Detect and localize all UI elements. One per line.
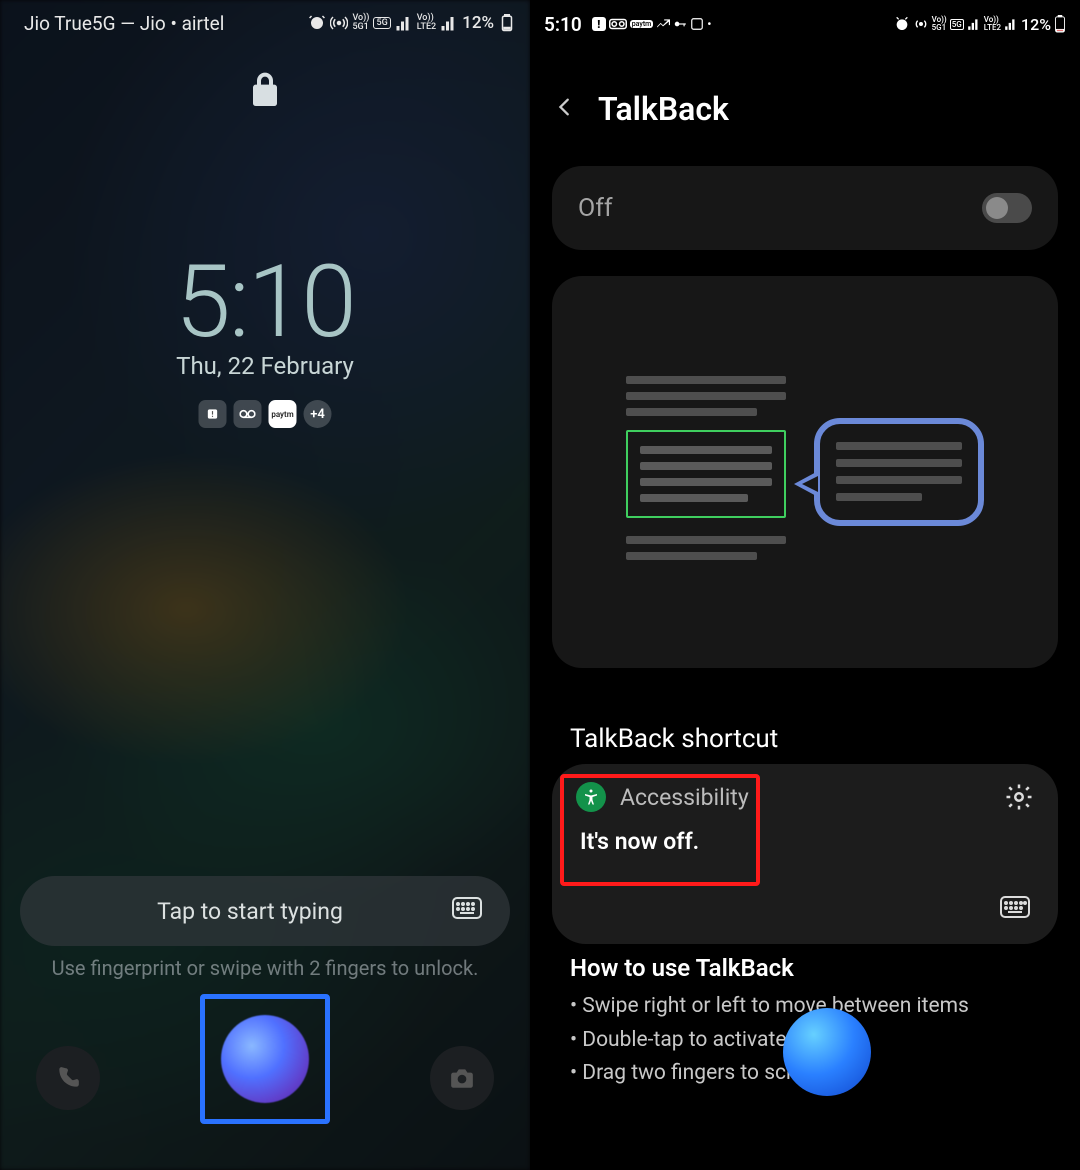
illustration-card bbox=[552, 276, 1058, 668]
notif-badge-more[interactable]: +4 bbox=[304, 400, 332, 428]
notification-badges[interactable]: paytm +4 bbox=[199, 400, 332, 428]
lock-icon bbox=[249, 70, 281, 114]
signal1-icon bbox=[395, 14, 413, 32]
illustration-speech-bubble bbox=[814, 418, 984, 526]
phone-shortcut[interactable] bbox=[36, 1046, 100, 1110]
unlock-hint: Use fingerprint or swipe with 2 fingers … bbox=[52, 956, 479, 980]
battery-text: 12% bbox=[462, 13, 494, 33]
alarm-icon bbox=[308, 14, 326, 32]
shortcut-heading[interactable]: TalkBack shortcut bbox=[570, 724, 778, 754]
accessibility-icon bbox=[576, 782, 606, 812]
illustration-text-block bbox=[626, 376, 786, 568]
lock-date: Thu, 22 February bbox=[176, 352, 354, 380]
howto-title: How to use TalkBack bbox=[570, 954, 969, 982]
search-pill[interactable]: Tap to start typing bbox=[20, 876, 510, 946]
status-bar-right: 5:10 ! paytm • Vo))5G1 5G Vo))LTE2 12% bbox=[530, 0, 1080, 48]
hotspot-icon bbox=[330, 14, 348, 32]
battery-icon bbox=[498, 14, 516, 32]
status-left-icons: ! paytm • bbox=[592, 17, 712, 31]
volte2-icon: Vo))LTE2 bbox=[417, 14, 436, 32]
notif-badge-paytm[interactable]: paytm bbox=[269, 400, 297, 428]
back-button[interactable] bbox=[554, 96, 576, 122]
keyboard-icon[interactable] bbox=[1000, 896, 1030, 922]
howto-section: How to use TalkBack Swipe right or left … bbox=[570, 954, 969, 1091]
gear-icon[interactable] bbox=[1004, 782, 1034, 816]
paytm-icon: paytm bbox=[630, 20, 654, 28]
5g-badge-icon: 5G bbox=[373, 17, 390, 29]
5g-badge-icon: 5G bbox=[950, 19, 964, 30]
assistant-orb-icon[interactable] bbox=[783, 1008, 871, 1096]
keyboard-icon[interactable] bbox=[452, 897, 482, 925]
battery-icon bbox=[1054, 15, 1066, 33]
page-title: TalkBack bbox=[598, 90, 729, 128]
status-right-icons: Vo))5G1 5G Vo))LTE2 12% bbox=[894, 15, 1066, 34]
search-hint: Tap to start typing bbox=[48, 898, 452, 925]
signal2-icon bbox=[1004, 17, 1018, 31]
status-right: Vo))5G1 5G Vo))LTE2 12% bbox=[308, 13, 516, 33]
master-switch-card[interactable]: Off bbox=[552, 166, 1058, 250]
camera-shortcut[interactable] bbox=[430, 1046, 494, 1110]
toast-app-name: Accessibility bbox=[620, 784, 749, 811]
status-bar: Jio True5G — Jio • airtel Vo))5G1 5G Vo)… bbox=[0, 0, 530, 46]
volte1-icon: Vo))5G1 bbox=[352, 14, 369, 32]
toggle-switch[interactable] bbox=[982, 193, 1032, 223]
voicemail-icon bbox=[609, 18, 627, 30]
status-time: 5:10 bbox=[544, 13, 582, 36]
notif-badge-voicemail[interactable] bbox=[234, 400, 262, 428]
nfc-icon bbox=[690, 17, 704, 31]
lockscreen-pane: Jio True5G — Jio • airtel Vo))5G1 5G Vo)… bbox=[0, 0, 530, 1170]
switch-label: Off bbox=[578, 194, 613, 223]
volte2-icon: Vo))LTE2 bbox=[984, 16, 1001, 32]
howto-list: Swipe right or left to move between item… bbox=[570, 990, 969, 1091]
howto-item: Drag two fingers to scroll bbox=[570, 1057, 969, 1091]
settings-pane: 5:10 ! paytm • Vo))5G1 5G Vo))LTE2 12% T… bbox=[530, 0, 1080, 1170]
accessibility-toast[interactable]: Accessibility It's now off. bbox=[552, 764, 1058, 944]
toast-message: It's now off. bbox=[580, 828, 749, 855]
alert-icon: ! bbox=[592, 17, 606, 31]
title-row: TalkBack bbox=[530, 90, 1080, 128]
signal2-icon bbox=[440, 14, 458, 32]
howto-item: Double-tap to activate an item bbox=[570, 1024, 969, 1058]
signal1-icon bbox=[967, 17, 981, 31]
notif-badge-alert[interactable] bbox=[199, 400, 227, 428]
assistant-orb-icon bbox=[221, 1015, 309, 1103]
hotspot-icon bbox=[913, 16, 929, 32]
missed-call-icon bbox=[656, 17, 670, 31]
howto-item: Swipe right or left to move between item… bbox=[570, 990, 969, 1024]
lock-clock: 5:10 bbox=[175, 244, 354, 361]
volte1-icon: Vo))5G1 bbox=[932, 16, 947, 32]
illustration-selection-box bbox=[626, 430, 786, 518]
key-icon bbox=[673, 17, 687, 31]
dot-icon: • bbox=[707, 17, 711, 31]
carrier-text: Jio True5G — Jio • airtel bbox=[24, 12, 224, 35]
battery-text-right: 12% bbox=[1021, 15, 1051, 34]
assistant-button-highlight[interactable] bbox=[200, 994, 330, 1124]
alarm-icon bbox=[894, 16, 910, 32]
